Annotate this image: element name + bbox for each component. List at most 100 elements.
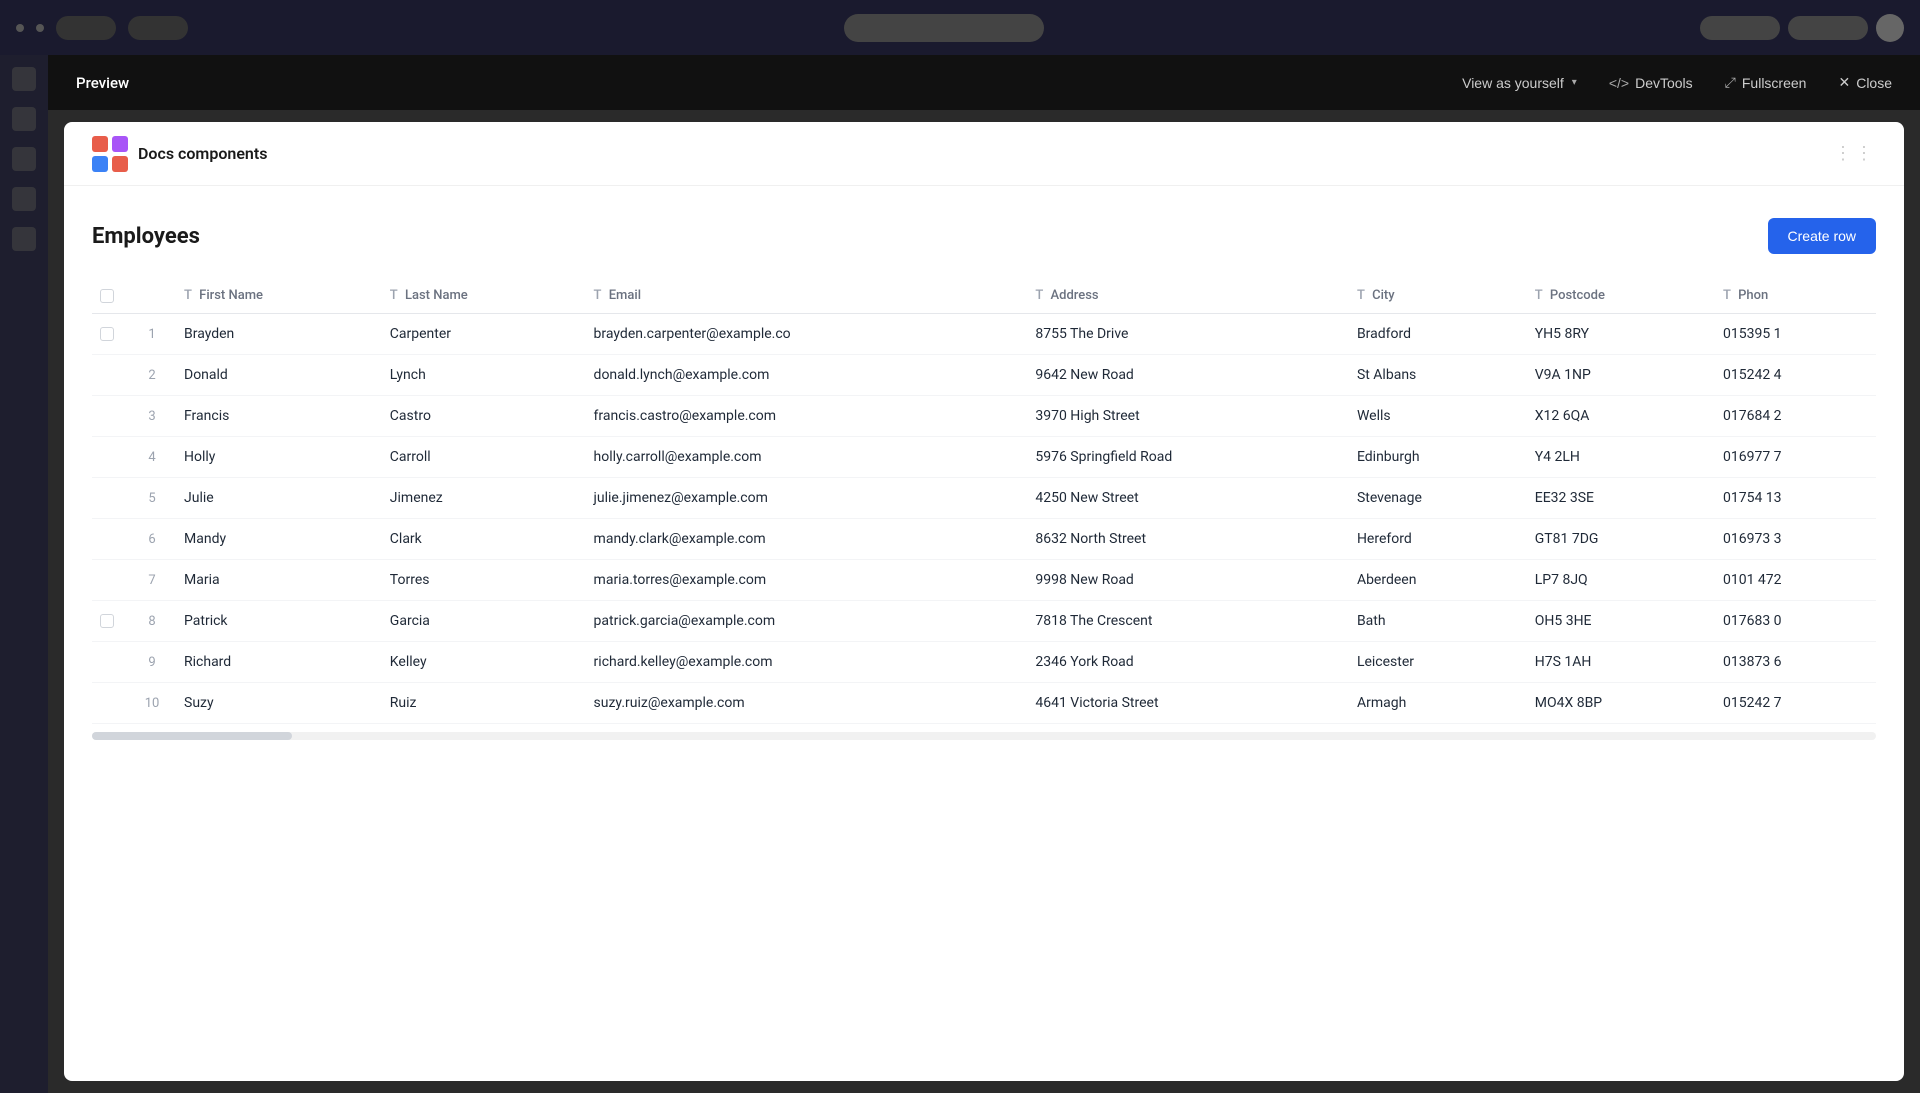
cell-email: donald.lynch@example.com	[582, 355, 1024, 396]
app-bar-right-pill-2	[1788, 16, 1868, 40]
table-row[interactable]: 6 Mandy Clark mandy.clark@example.com 86…	[92, 519, 1876, 560]
table-row[interactable]: 3 Francis Castro francis.castro@example.…	[92, 396, 1876, 437]
col-header-city: T City	[1345, 278, 1523, 314]
app-bar-avatar	[1876, 14, 1904, 42]
row-number: 2	[132, 355, 172, 396]
row-number: 10	[132, 683, 172, 724]
horizontal-scrollbar-track[interactable]	[92, 732, 1876, 740]
cell-firstname: Francis	[172, 396, 378, 437]
section-title: Employees	[92, 224, 200, 249]
cell-lastname: Carpenter	[378, 314, 582, 355]
cell-postcode: OH5 3HE	[1523, 601, 1711, 642]
table-row[interactable]: 7 Maria Torres maria.torres@example.com …	[92, 560, 1876, 601]
cell-city: Edinburgh	[1345, 437, 1523, 478]
app-bar-dot-2	[36, 24, 44, 32]
app-bar-center-pill	[844, 14, 1044, 42]
cell-firstname: Holly	[172, 437, 378, 478]
cell-firstname: Mandy	[172, 519, 378, 560]
app-header: Docs components ⋮⋮	[64, 122, 1904, 186]
text-type-icon-4: T	[1035, 288, 1043, 303]
row-select-checkbox[interactable]	[100, 614, 114, 628]
cell-email: suzy.ruiz@example.com	[582, 683, 1024, 724]
cell-firstname: Maria	[172, 560, 378, 601]
cell-address: 8632 North Street	[1023, 519, 1345, 560]
cell-city: Aberdeen	[1345, 560, 1523, 601]
fullscreen-icon: ⤢	[1725, 74, 1736, 91]
modal-container: Preview View as yourself ▾ </> DevTools …	[48, 55, 1920, 1093]
row-num-header	[132, 278, 172, 314]
cell-firstname: Patrick	[172, 601, 378, 642]
cell-email: mandy.clark@example.com	[582, 519, 1024, 560]
cell-lastname: Jimenez	[378, 478, 582, 519]
cell-postcode: Y4 2LH	[1523, 437, 1711, 478]
cell-postcode: LP7 8JQ	[1523, 560, 1711, 601]
cell-address: 5976 Springfield Road	[1023, 437, 1345, 478]
table-row[interactable]: 5 Julie Jimenez julie.jimenez@example.co…	[92, 478, 1876, 519]
text-type-icon-2: T	[390, 288, 398, 303]
row-number: 6	[132, 519, 172, 560]
row-checkbox-cell[interactable]	[92, 560, 132, 601]
col-header-phone: T Phon	[1711, 278, 1876, 314]
cell-email: maria.torres@example.com	[582, 560, 1024, 601]
view-as-label: View as yourself	[1462, 75, 1564, 91]
create-row-button[interactable]: Create row	[1768, 218, 1876, 254]
table-row[interactable]: 9 Richard Kelley richard.kelley@example.…	[92, 642, 1876, 683]
cell-email: richard.kelley@example.com	[582, 642, 1024, 683]
chevron-down-icon: ▾	[1572, 77, 1577, 88]
cell-firstname: Suzy	[172, 683, 378, 724]
fullscreen-button[interactable]: ⤢ Fullscreen	[1725, 74, 1807, 91]
cell-lastname: Lynch	[378, 355, 582, 396]
main-content: Employees Create row T First Name	[64, 186, 1904, 1081]
table-body: 1 Brayden Carpenter brayden.carpenter@ex…	[92, 314, 1876, 724]
row-select-checkbox[interactable]	[100, 327, 114, 341]
app-bar-right	[1700, 14, 1904, 42]
cell-lastname: Carroll	[378, 437, 582, 478]
close-button[interactable]: ✕ Close	[1838, 74, 1892, 91]
row-checkbox-cell[interactable]	[92, 519, 132, 560]
table-row[interactable]: 1 Brayden Carpenter brayden.carpenter@ex…	[92, 314, 1876, 355]
row-checkbox-cell[interactable]	[92, 601, 132, 642]
text-type-icon: T	[184, 288, 192, 303]
row-checkbox-cell[interactable]	[92, 478, 132, 519]
table-row[interactable]: 4 Holly Carroll holly.carroll@example.co…	[92, 437, 1876, 478]
cell-address: 3970 High Street	[1023, 396, 1345, 437]
cell-phone: 01754 13	[1711, 478, 1876, 519]
cell-phone: 017684 2	[1711, 396, 1876, 437]
row-number: 8	[132, 601, 172, 642]
sidebar-icon-4	[12, 187, 36, 211]
cell-postcode: EE32 3SE	[1523, 478, 1711, 519]
table-header-row: T First Name T Last Name T Email	[92, 278, 1876, 314]
cell-lastname: Kelley	[378, 642, 582, 683]
table-wrapper[interactable]: T First Name T Last Name T Email	[92, 278, 1876, 740]
row-checkbox-cell[interactable]	[92, 314, 132, 355]
table-row[interactable]: 2 Donald Lynch donald.lynch@example.com …	[92, 355, 1876, 396]
cell-city: St Albans	[1345, 355, 1523, 396]
cell-phone: 013873 6	[1711, 642, 1876, 683]
preview-actions: View as yourself ▾ </> DevTools ⤢ Fullsc…	[1462, 74, 1892, 91]
col-header-lastname: T Last Name	[378, 278, 582, 314]
row-checkbox-cell[interactable]	[92, 437, 132, 478]
logo-square-br	[112, 156, 128, 172]
sidebar-icon-3	[12, 147, 36, 171]
row-number: 7	[132, 560, 172, 601]
devtools-button[interactable]: </> DevTools	[1609, 75, 1693, 91]
row-checkbox-cell[interactable]	[92, 396, 132, 437]
cell-email: patrick.garcia@example.com	[582, 601, 1024, 642]
cell-phone: 015242 4	[1711, 355, 1876, 396]
cell-postcode: X12 6QA	[1523, 396, 1711, 437]
modal-content: Docs components ⋮⋮ Employees Create row	[64, 122, 1904, 1081]
select-all-checkbox[interactable]	[100, 289, 114, 303]
table-row[interactable]: 8 Patrick Garcia patrick.garcia@example.…	[92, 601, 1876, 642]
row-checkbox-cell[interactable]	[92, 642, 132, 683]
logo-icon	[92, 136, 128, 172]
text-type-icon-3: T	[594, 288, 602, 303]
app-name: Docs components	[138, 144, 267, 163]
select-all-checkbox-header[interactable]	[92, 278, 132, 314]
col-header-address: T Address	[1023, 278, 1345, 314]
row-checkbox-cell[interactable]	[92, 683, 132, 724]
horizontal-scrollbar-thumb[interactable]	[92, 732, 292, 740]
cell-address: 9642 New Road	[1023, 355, 1345, 396]
table-row[interactable]: 10 Suzy Ruiz suzy.ruiz@example.com 4641 …	[92, 683, 1876, 724]
row-checkbox-cell[interactable]	[92, 355, 132, 396]
view-as-yourself-button[interactable]: View as yourself ▾	[1462, 75, 1577, 91]
